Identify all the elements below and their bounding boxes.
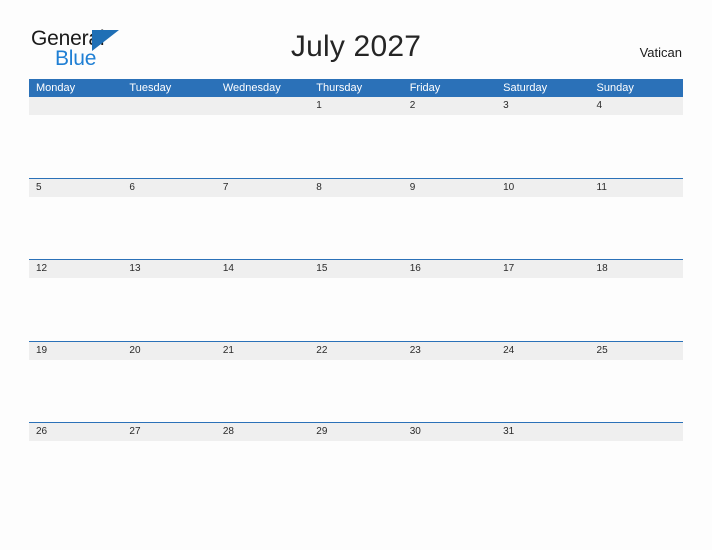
day-cell[interactable]: 8 bbox=[309, 179, 402, 197]
day-cell[interactable]: 6 bbox=[122, 179, 215, 197]
week-row: 1 2 3 4 bbox=[29, 97, 683, 178]
weekday-header-saturday: Saturday bbox=[503, 82, 548, 94]
weekday-header-friday: Friday bbox=[409, 82, 441, 94]
day-cell[interactable]: 13 bbox=[122, 260, 215, 278]
day-cell[interactable]: 16 bbox=[403, 260, 496, 278]
day-cell[interactable]: 29 bbox=[309, 423, 402, 441]
day-cell[interactable]: 4 bbox=[590, 97, 683, 115]
day-cell[interactable] bbox=[122, 97, 215, 115]
day-cell[interactable]: 11 bbox=[590, 179, 683, 197]
day-cell[interactable] bbox=[590, 423, 683, 441]
locale-label: Vatican bbox=[639, 45, 682, 60]
day-cell[interactable]: 12 bbox=[29, 260, 122, 278]
day-cell[interactable]: 2 bbox=[403, 97, 496, 115]
date-band: 5 6 7 8 9 10 11 bbox=[29, 178, 683, 197]
day-cell[interactable] bbox=[29, 97, 122, 115]
calendar-grid: Monday Tuesday Wednesday Thursday Friday… bbox=[29, 79, 683, 504]
day-cell[interactable]: 3 bbox=[496, 97, 589, 115]
day-cell[interactable]: 17 bbox=[496, 260, 589, 278]
date-band: 26 27 28 29 30 31 bbox=[29, 423, 683, 442]
weekday-header-thursday: Thursday bbox=[316, 82, 363, 94]
date-band: 19 20 21 22 23 24 25 bbox=[29, 341, 683, 360]
week-row: 19 20 21 22 23 24 25 bbox=[29, 340, 683, 423]
day-cell[interactable]: 1 bbox=[309, 97, 402, 115]
week-cell-body bbox=[29, 359, 683, 422]
week-cell-body bbox=[29, 278, 683, 341]
weekday-header-tuesday: Tuesday bbox=[129, 82, 172, 94]
day-cell[interactable]: 27 bbox=[122, 423, 215, 441]
day-cell[interactable]: 7 bbox=[216, 179, 309, 197]
day-cell[interactable]: 19 bbox=[29, 342, 122, 360]
day-cell[interactable]: 30 bbox=[403, 423, 496, 441]
day-cell[interactable]: 24 bbox=[496, 342, 589, 360]
day-cell[interactable]: 25 bbox=[590, 342, 683, 360]
day-cell[interactable]: 28 bbox=[216, 423, 309, 441]
weekday-header-monday: Monday bbox=[36, 82, 76, 94]
day-cell[interactable]: 23 bbox=[403, 342, 496, 360]
day-cell[interactable] bbox=[216, 97, 309, 115]
day-cell[interactable]: 14 bbox=[216, 260, 309, 278]
day-cell[interactable]: 15 bbox=[309, 260, 402, 278]
day-cell[interactable]: 10 bbox=[496, 179, 589, 197]
weekday-header-row: Monday Tuesday Wednesday Thursday Friday… bbox=[29, 79, 683, 97]
day-cell[interactable]: 22 bbox=[309, 342, 402, 360]
week-cell-body bbox=[29, 196, 683, 259]
day-cell[interactable]: 18 bbox=[590, 260, 683, 278]
day-cell[interactable]: 26 bbox=[29, 423, 122, 441]
date-band: 12 13 14 15 16 17 18 bbox=[29, 260, 683, 279]
weekday-header-wednesday: Wednesday bbox=[222, 82, 281, 94]
day-cell[interactable]: 21 bbox=[216, 342, 309, 360]
week-row: 26 27 28 29 30 31 bbox=[29, 422, 683, 504]
date-band: 1 2 3 4 bbox=[29, 97, 683, 115]
page-title: July 2027 bbox=[290, 30, 422, 63]
day-cell[interactable]: 20 bbox=[122, 342, 215, 360]
page-header: General Blue July 2027 Vatican bbox=[0, 0, 712, 79]
day-cell[interactable]: 5 bbox=[29, 179, 122, 197]
weekday-header-sunday: Sunday bbox=[596, 82, 634, 94]
day-cell[interactable]: 9 bbox=[403, 179, 496, 197]
week-cell-body bbox=[29, 115, 683, 177]
week-cell-body bbox=[29, 441, 683, 504]
day-cell[interactable]: 31 bbox=[496, 423, 589, 441]
week-row: 12 13 14 15 16 17 18 bbox=[29, 259, 683, 341]
week-row: 5 6 7 8 9 10 11 bbox=[29, 177, 683, 260]
